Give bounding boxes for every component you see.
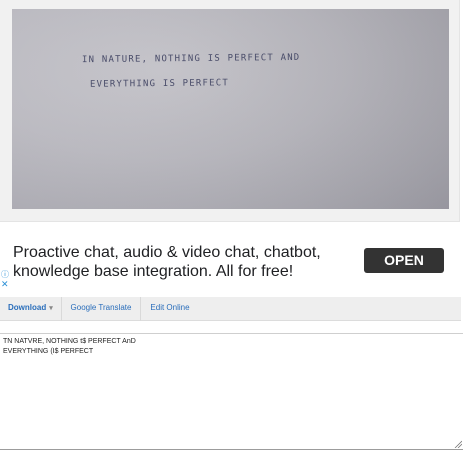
ocr-result-line-1: TN NATVRE, NOTHING t$ PERFECT AnD [3,338,136,345]
edit-online-button[interactable]: Edit Online [141,297,199,321]
photo-shading [12,9,449,209]
image-preview-frame: IN NATURE, NOTHING IS PERFECT AND EVERYT… [0,0,460,222]
advertisement-banner[interactable]: Proactive chat, audio & video chat, chat… [0,233,454,290]
ad-close-icon[interactable]: ✕ [1,279,9,290]
ocr-result-line-2: EVERYTHING (I$ PERFECT [3,348,94,355]
result-toolbar: Download ▾ Google Translate Edit Online [0,297,461,321]
resize-handle-icon[interactable] [454,440,462,448]
uploaded-photo: IN NATURE, NOTHING IS PERFECT AND EVERYT… [12,9,449,209]
ocr-result-textarea[interactable]: TN NATVRE, NOTHING t$ PERFECT AnD EVERYT… [0,333,463,450]
chevron-down-icon: ▾ [49,305,53,312]
google-translate-button[interactable]: Google Translate [62,297,141,321]
ad-text: Proactive chat, audio & video chat, chat… [13,244,321,280]
handwritten-line-2: EVERYTHING IS PERFECT [89,78,230,90]
download-label: Download [8,303,47,312]
ad-open-button[interactable]: OPEN [364,248,444,273]
download-button[interactable]: Download ▾ [0,297,62,321]
